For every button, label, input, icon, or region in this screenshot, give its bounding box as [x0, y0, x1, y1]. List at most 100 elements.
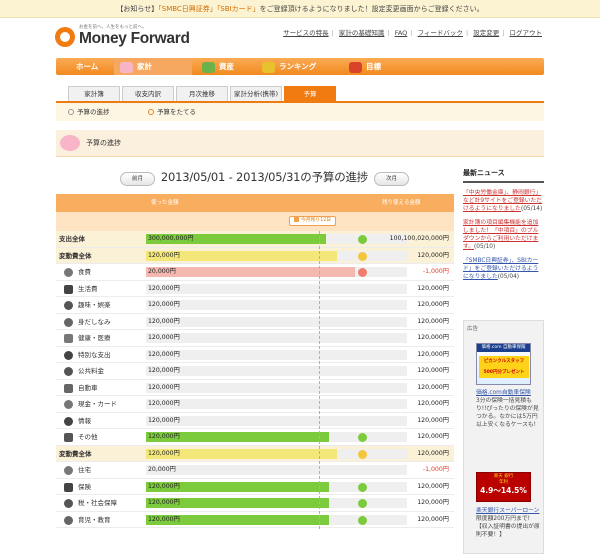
tab-kakeibo[interactable]: 家計簿	[68, 86, 120, 102]
row-label: 生活費	[78, 284, 98, 293]
gnav-household[interactable]: 家計	[114, 58, 192, 75]
budget-row[interactable]: 特別な支出 120,000円 120,000円	[56, 347, 454, 363]
row-label: 特別な支出	[78, 350, 111, 359]
budget-row[interactable]: 生活費 120,000円 120,000円	[56, 281, 454, 297]
used-amount: 300,000,000円	[148, 235, 194, 242]
budget-row[interactable]: 公共料金 120,000円 120,000円	[56, 363, 454, 380]
remaining-amount: 120,000円	[417, 350, 449, 358]
ad2-text: 限度額200万円まで!【収入証明書の提出が原則不要！】	[476, 516, 540, 538]
budget-row[interactable]: その他 120,000円 120,000円	[56, 429, 454, 446]
row-label: 現金・カード	[78, 400, 117, 408]
remaining-amount: 120,000円	[417, 416, 449, 424]
used-amount: 120,000円	[148, 317, 180, 325]
ad-box: 広告 価格.com 自動車保険 ピカンクルスタッフ 500円分プレゼント 価格.c…	[463, 320, 544, 554]
row-label: 趣味・娯楽	[78, 301, 111, 309]
link-basics[interactable]: 家計の基礎知識	[339, 29, 385, 37]
budget-table: 支出全体 300,000,000円 100,100,020,000円 変動費全体 120…	[56, 231, 454, 528]
used-amount: 20,000円	[148, 466, 176, 473]
used-amount: 120,000円	[148, 433, 180, 440]
ad1-link[interactable]: 価格.com自動車保険	[476, 390, 531, 396]
remaining-amount: 100,100,020,000円	[389, 235, 449, 242]
budget-row[interactable]: 食費 20,000円 -1,000円	[56, 264, 454, 281]
link-feedback[interactable]: フィードバック	[418, 29, 463, 37]
budget-row[interactable]: 住宅 20,000円 -1,000円	[56, 462, 454, 479]
remaining-amount: 120,000円	[417, 433, 449, 440]
piggy-bank-icon	[120, 61, 133, 73]
used-amount: 120,000円	[148, 449, 180, 457]
gnav-assets[interactable]: 資産	[202, 58, 262, 75]
logo[interactable]: お金を前へ。人生をもっと前へ。 Money Forward	[55, 24, 190, 50]
used-amount: 20,000円	[148, 268, 176, 275]
budget-group-row[interactable]: 変動費全体 120,000円 120,000円	[56, 247, 454, 264]
smiley-icon	[64, 284, 73, 294]
remaining-amount: 120,000円	[417, 334, 449, 341]
remaining-amount: -1,000円	[422, 466, 449, 473]
news-item: 「中央労働金庫」、静岡銀行」など計9サイトをご登録いただけるようになりました(0…	[463, 189, 544, 213]
link-settings[interactable]: 設定変更	[473, 29, 499, 37]
budget-row[interactable]: 自動車 120,000円 120,000円	[56, 380, 454, 396]
ad1-text: 3分の保険一括見積もり!!ぴったりの保険が見つかる。なかには5万円以上安くなるケ…	[476, 398, 539, 428]
gnav-household-label: 家計	[137, 62, 152, 71]
budget-progress-label: 予算の進捗	[77, 108, 110, 116]
used-amount: 120,000円	[148, 499, 180, 506]
row-label: 自動車	[78, 383, 98, 392]
budget-row[interactable]: 情報 120,000円 120,000円	[56, 413, 454, 429]
row-label: 変動費全体	[59, 449, 92, 458]
notice-link-smbc[interactable]: 「SMBC日興証券」	[158, 5, 217, 13]
remaining-amount: 120,000円	[417, 284, 449, 292]
news-date: (05/14)	[520, 206, 543, 212]
row-label: 保険	[78, 482, 91, 491]
news-item: 「SMBC日興証券」、SBIカード」をご登録いただけるようになりました(05/0…	[463, 257, 544, 281]
budget-plan-link[interactable]: 予算をたてる	[148, 103, 196, 121]
news-sidebar: 最新ニュース 「中央労働金庫」、静岡銀行」など計9サイトをご登録いただけるように…	[463, 168, 544, 281]
ad-banner-rakuten[interactable]: 楽天 銀行 年利 4.9〜14.5%	[476, 472, 531, 502]
status-face-icon	[358, 235, 367, 244]
ad2-link[interactable]: 楽天銀行スーパーローン	[476, 508, 539, 514]
budget-row[interactable]: 趣味・娯楽 120,000円 120,000円	[56, 297, 454, 314]
star-icon	[64, 301, 73, 310]
budget-row[interactable]: 税・社会保障 120,000円 120,000円	[56, 495, 454, 512]
row-label: 公共料金	[78, 367, 104, 375]
global-nav: ホーム 家計 資産 ランキング 目標	[56, 58, 544, 75]
link-features[interactable]: サービスの特長	[283, 29, 329, 37]
budget-row[interactable]: 身だしなみ 120,000円 120,000円	[56, 314, 454, 330]
gnav-goal[interactable]: 目標	[349, 58, 409, 75]
row-label: 住宅	[78, 466, 91, 474]
gnav-ranking-label: ランキング	[279, 62, 317, 71]
budget-bar-track	[146, 349, 407, 360]
gnav-ranking[interactable]: ランキング	[262, 58, 347, 75]
news-title: 最新ニュース	[463, 168, 544, 183]
tab-monthly[interactable]: 月次推移	[176, 86, 228, 102]
gnav-home-label: ホーム	[76, 62, 99, 71]
budget-group-row[interactable]: 支出全体 300,000,000円 100,100,020,000円	[56, 231, 454, 248]
days-left-badge: 今月残り12日	[289, 216, 337, 226]
budget-row[interactable]: 現金・カード 120,000円 120,000円	[56, 396, 454, 413]
budget-group-row[interactable]: 変動費全体 120,000円 120,000円	[56, 445, 454, 462]
next-month-button[interactable]: 次月	[374, 172, 409, 186]
budget-progress-link[interactable]: 予算の進捗	[68, 103, 110, 121]
used-amount: 120,000円	[148, 350, 180, 358]
gnav-assets-label: 資産	[219, 62, 234, 71]
budget-row[interactable]: 健康・医療 120,000円 120,000円	[56, 330, 454, 347]
tab-analysis[interactable]: 家計分析(携帯)	[230, 86, 282, 102]
remaining-amount: 120,000円	[417, 400, 449, 407]
ad-banner-insurance[interactable]: 価格.com 自動車保険 ピカンクルスタッフ 500円分プレゼント	[476, 343, 531, 385]
notice-link-sbi[interactable]: 「SBIカード」	[217, 5, 260, 13]
remaining-amount: 120,000円	[417, 515, 449, 523]
row-label: 税・社会保障	[78, 499, 117, 507]
link-logout[interactable]: ログアウト	[510, 29, 543, 37]
budget-row[interactable]: 保険 120,000円 120,000円	[56, 479, 454, 495]
plus-circle-icon	[148, 109, 154, 115]
tab-budget[interactable]: 予算	[284, 86, 336, 102]
tax-icon	[64, 499, 73, 508]
remaining-amount: 120,000円	[417, 449, 449, 457]
tab-breakdown[interactable]: 収支内訳	[122, 86, 174, 102]
link-faq[interactable]: FAQ	[395, 29, 408, 37]
used-amount: 120,000円	[148, 301, 180, 308]
remaining-amount: 120,000円	[417, 367, 449, 374]
budget-row[interactable]: 育児・教育 120,000円 120,000円	[56, 512, 454, 528]
budget-bar-track	[146, 399, 407, 409]
remaining-amount: 120,000円	[417, 499, 449, 506]
budget-bar-track	[146, 415, 407, 426]
ad1-bottom: 500円分プレゼント	[483, 370, 525, 375]
